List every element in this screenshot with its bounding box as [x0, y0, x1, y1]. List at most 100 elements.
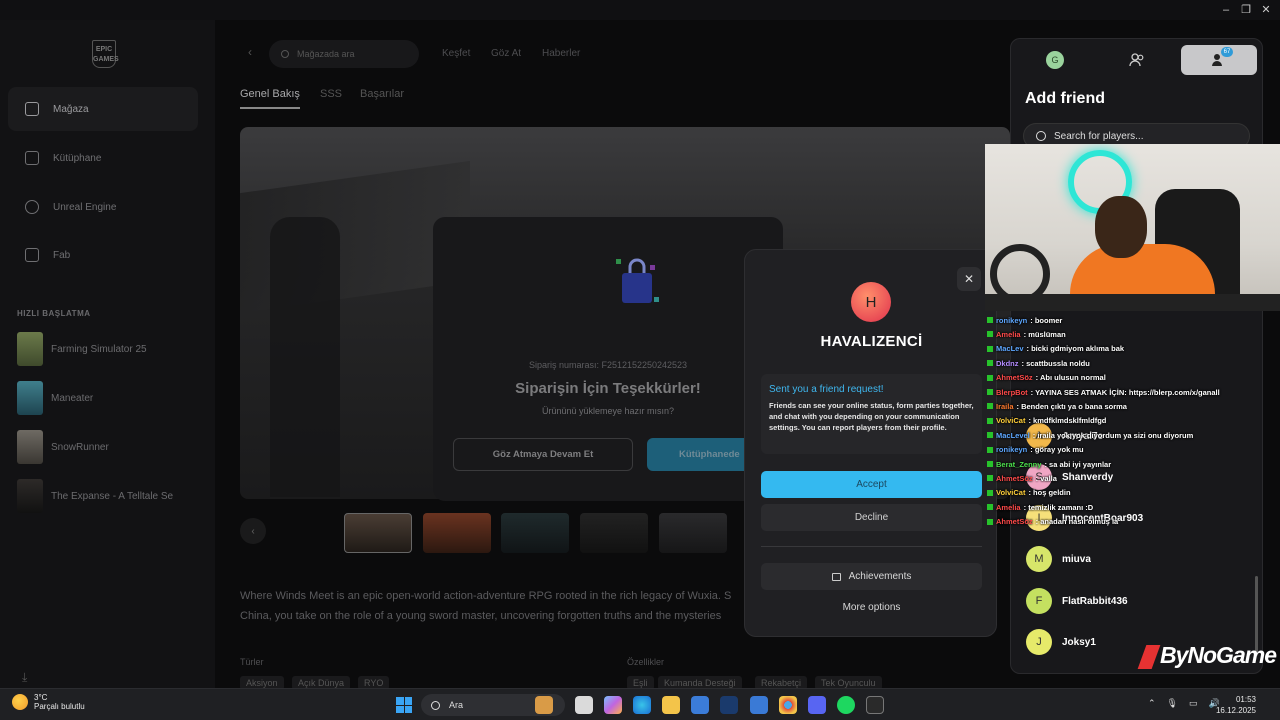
- download-icon[interactable]: ⤓: [22, 670, 36, 684]
- avatar: M: [1026, 546, 1052, 572]
- trophy-icon: [831, 572, 841, 581]
- chat-message: Amelia: müslüman: [987, 327, 1066, 341]
- nav-link-discover[interactable]: Keşfet: [442, 48, 470, 59]
- mail-icon[interactable]: [750, 696, 768, 714]
- media-thumbnail[interactable]: [580, 513, 648, 553]
- chat-text: : iraila yok yok diyordum ya sizi onu di…: [1032, 430, 1194, 440]
- friends-tabs: G 67: [1017, 45, 1257, 75]
- notification-badge: 67: [1221, 47, 1233, 57]
- minimize-button[interactable]: –: [1216, 2, 1236, 18]
- media-thumbnail[interactable]: [659, 513, 727, 553]
- chat-badge-icon: [987, 331, 993, 338]
- quick-launch-label: Maneater: [51, 392, 94, 404]
- more-options-link[interactable]: More options: [745, 602, 998, 613]
- close-window-button[interactable]: ✕: [1256, 2, 1276, 18]
- chat-text: : Abı ulusun normal: [1035, 373, 1106, 383]
- accept-button[interactable]: Accept: [761, 471, 982, 498]
- weather-widget[interactable]: 3°C Parçalı bulutlu: [12, 693, 85, 711]
- quick-launch-item[interactable]: Farming Simulator 25: [17, 331, 197, 367]
- chat-badge-icon: [987, 374, 993, 381]
- sidebar-item-label: Unreal Engine: [53, 201, 117, 213]
- chevron-up-icon[interactable]: ⌃: [1148, 698, 1156, 709]
- nav-link-browse[interactable]: Göz At: [491, 48, 521, 59]
- media-thumbnail[interactable]: [423, 513, 491, 553]
- chat-text: : Benden çıktı ya o bana sorma: [1016, 401, 1127, 411]
- game-thumbnail: [17, 332, 43, 366]
- store-search-input[interactable]: Mağazada ara: [269, 40, 419, 68]
- maximize-button[interactable]: ❐: [1236, 2, 1256, 18]
- file-explorer-icon[interactable]: [662, 696, 680, 714]
- store-icon: [25, 102, 39, 116]
- start-button[interactable]: [396, 697, 412, 713]
- friend-name: miuva: [1062, 553, 1091, 565]
- clock[interactable]: 01:53 16.12.2025: [1200, 694, 1256, 716]
- active-tab-indicator: [240, 107, 300, 109]
- quick-launch-item[interactable]: SnowRunner: [17, 429, 197, 465]
- chat-message: AhmetSöz: anadan nasıl olmuş la: [987, 515, 1118, 529]
- search-highlight-icon[interactable]: [535, 696, 553, 714]
- chat-badge-icon: [987, 360, 993, 367]
- chat-username: VolviCat: [996, 416, 1026, 426]
- discord-icon[interactable]: [808, 696, 826, 714]
- chat-username: AhmetSöz: [996, 373, 1033, 383]
- chat-message: Amelia: temizlik zamanı :D: [987, 500, 1093, 514]
- date: 16.12.2025: [1215, 706, 1256, 715]
- search-label: Ara: [449, 700, 464, 710]
- friend-request-info: Sent you a friend request! Friends can s…: [761, 374, 982, 454]
- chat-badge-icon: [987, 446, 993, 453]
- task-view-icon[interactable]: [575, 696, 593, 714]
- tab-overview[interactable]: Genel Bakış: [240, 88, 300, 100]
- achievements-button[interactable]: Achievements: [761, 563, 982, 590]
- back-button[interactable]: ‹: [248, 45, 252, 59]
- avatar: F: [1026, 588, 1052, 614]
- tab-profile[interactable]: G: [1017, 45, 1093, 75]
- sidebar-item-unreal[interactable]: Unreal Engine: [8, 185, 198, 229]
- chat-username: BlerpBot: [996, 387, 1028, 397]
- webcam-overlay: [985, 144, 1280, 311]
- temperature: 3°C: [34, 693, 48, 702]
- edge-icon[interactable]: [633, 696, 651, 714]
- chrome-icon[interactable]: [779, 696, 797, 714]
- fab-icon: [25, 248, 39, 262]
- copilot-icon[interactable]: [604, 696, 622, 714]
- list-item[interactable]: Mmiuva: [1026, 545, 1246, 573]
- decline-button[interactable]: Decline: [761, 504, 982, 531]
- tab-add-friend[interactable]: 67: [1181, 45, 1257, 75]
- steam-icon[interactable]: [720, 696, 738, 714]
- order-number: Sipariş numarası: F2512152250242523: [528, 360, 688, 370]
- network-icon[interactable]: ▭: [1189, 698, 1198, 709]
- close-icon[interactable]: ✕: [957, 267, 981, 291]
- chat-username: Amelia: [996, 502, 1021, 512]
- spotify-icon[interactable]: [837, 696, 855, 714]
- list-item[interactable]: F FlatRabbit436: [1026, 587, 1246, 615]
- friends-icon: [1129, 53, 1144, 67]
- quick-launch-item[interactable]: Maneater: [17, 380, 197, 416]
- carousel-prev-button[interactable]: ‹: [240, 518, 266, 544]
- request-body: Friends can see your online status, form…: [769, 401, 974, 432]
- chat-username: ronikeyn: [996, 445, 1028, 455]
- sidebar-item-store[interactable]: Mağaza: [8, 87, 198, 131]
- chat-text: : müslüman: [1023, 329, 1066, 339]
- chat-message: VolviCat: kmdfklmdsklfmldfgd: [987, 414, 1106, 428]
- tab-faq[interactable]: SSS: [320, 88, 342, 100]
- quick-launch-item[interactable]: The Expanse - A Telltale Se: [17, 478, 197, 514]
- sidebar-item-fab[interactable]: Fab: [8, 233, 198, 277]
- nav-link-news[interactable]: Haberler: [542, 48, 580, 59]
- tab-achievements[interactable]: Başarılar: [360, 88, 404, 100]
- chat-username: Dkdnz: [996, 358, 1019, 368]
- tab-friends[interactable]: [1099, 45, 1175, 75]
- microphone-icon[interactable]: 🎙: [1167, 698, 1178, 709]
- media-thumbnail[interactable]: [501, 513, 569, 553]
- sidebar-item-library[interactable]: Kütüphane: [8, 136, 198, 180]
- store-icon[interactable]: [691, 696, 709, 714]
- profile-avatar: G: [1046, 51, 1064, 69]
- game-thumbnail: [17, 381, 43, 415]
- chat-text: : hoş geldin: [1028, 488, 1071, 498]
- chat-badge-icon: [987, 345, 993, 352]
- epic-games-logo[interactable]: EPIC GAMES: [92, 40, 119, 68]
- chat-username: ronikeyn: [996, 315, 1028, 325]
- time: 01:53: [1235, 695, 1256, 704]
- epic-games-icon[interactable]: [866, 696, 884, 714]
- continue-browsing-button[interactable]: Göz Atmaya Devam Et: [453, 438, 633, 471]
- media-thumbnail[interactable]: [344, 513, 412, 553]
